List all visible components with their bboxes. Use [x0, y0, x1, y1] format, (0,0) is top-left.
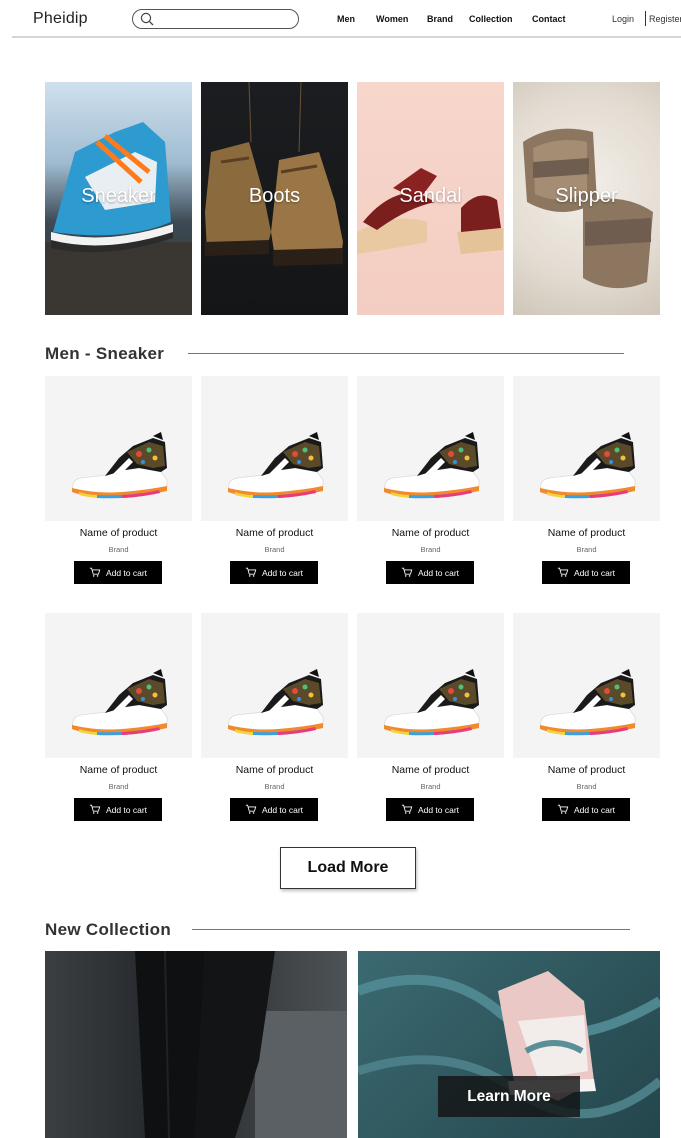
- sneaker-image: [539, 431, 636, 499]
- product-brand: Brand: [420, 545, 441, 554]
- sneaker-image: [227, 431, 324, 499]
- section-title-men-sneaker: Men - Sneaker: [45, 344, 165, 363]
- cart-icon: [557, 567, 569, 578]
- header-divider: [12, 36, 681, 38]
- category-label-sneaker: Sneaker: [81, 185, 156, 207]
- add-to-cart-button[interactable]: Add to cart: [230, 798, 318, 821]
- cart-icon: [89, 567, 101, 578]
- cart-icon: [245, 804, 257, 815]
- sneaker-image: [71, 668, 168, 736]
- login-link[interactable]: Login: [612, 14, 634, 24]
- section-rule: [192, 929, 630, 930]
- search-icon[interactable]: [140, 12, 154, 26]
- product-name[interactable]: Name of product: [513, 527, 660, 539]
- product-brand: Brand: [108, 782, 129, 791]
- product-image[interactable]: [513, 613, 660, 758]
- product-name[interactable]: Name of product: [201, 527, 348, 539]
- collection-photo-left: [135, 951, 347, 1138]
- add-to-cart-label: Add to cart: [573, 804, 616, 815]
- nav-collection[interactable]: Collection: [469, 14, 513, 24]
- product-name[interactable]: Name of product: [357, 764, 504, 776]
- section-rule: [188, 353, 624, 354]
- category-tile-boots[interactable]: Boots: [201, 82, 348, 315]
- auth-divider: [645, 11, 646, 26]
- add-to-cart-button[interactable]: Add to cart: [542, 798, 630, 821]
- add-to-cart-label: Add to cart: [417, 804, 460, 815]
- add-to-cart-button[interactable]: Add to cart: [74, 798, 162, 821]
- nav-brand[interactable]: Brand: [427, 14, 453, 24]
- collection-image-left[interactable]: [45, 951, 347, 1138]
- add-to-cart-button[interactable]: Add to cart: [386, 561, 474, 584]
- add-to-cart-label: Add to cart: [261, 804, 304, 815]
- product-name[interactable]: Name of product: [357, 527, 504, 539]
- nav-women[interactable]: Women: [376, 14, 408, 24]
- sneaker-image: [71, 431, 168, 499]
- nav-men[interactable]: Men: [337, 14, 355, 24]
- sneaker-image: [227, 668, 324, 736]
- add-to-cart-label: Add to cart: [417, 567, 460, 578]
- category-tile-slipper[interactable]: Slipper: [513, 82, 660, 315]
- add-to-cart-label: Add to cart: [105, 567, 148, 578]
- sneaker-image: [383, 431, 480, 499]
- product-brand: Brand: [576, 782, 597, 791]
- section-title-new-collection: New Collection: [45, 920, 172, 939]
- product-image[interactable]: [45, 376, 192, 521]
- cart-icon: [89, 804, 101, 815]
- product-image[interactable]: [357, 376, 504, 521]
- product-name[interactable]: Name of product: [45, 527, 192, 539]
- product-brand: Brand: [576, 545, 597, 554]
- product-brand: Brand: [264, 545, 285, 554]
- product-image[interactable]: [45, 613, 192, 758]
- learn-more-button[interactable]: Learn More: [438, 1076, 580, 1117]
- register-link[interactable]: Register: [649, 14, 681, 24]
- product-brand: Brand: [420, 782, 441, 791]
- nav-contact[interactable]: Contact: [532, 14, 566, 24]
- add-to-cart-button[interactable]: Add to cart: [386, 798, 474, 821]
- add-to-cart-button[interactable]: Add to cart: [230, 561, 318, 584]
- add-to-cart-label: Add to cart: [105, 804, 148, 815]
- product-name[interactable]: Name of product: [513, 764, 660, 776]
- cart-icon: [401, 567, 413, 578]
- category-label-slipper: Slipper: [555, 185, 618, 207]
- add-to-cart-button[interactable]: Add to cart: [542, 561, 630, 584]
- product-image[interactable]: [513, 376, 660, 521]
- cart-icon: [245, 567, 257, 578]
- category-label-boots: Boots: [248, 185, 301, 207]
- cart-icon: [557, 804, 569, 815]
- add-to-cart-label: Add to cart: [261, 567, 304, 578]
- site-header: Pheidip Men Women Brand Collection Conta…: [0, 0, 681, 38]
- category-tile-sandal[interactable]: Sandal: [357, 82, 504, 315]
- sneaker-image: [539, 668, 636, 736]
- product-name[interactable]: Name of product: [201, 764, 348, 776]
- category-tile-sneaker[interactable]: Sneaker: [45, 82, 192, 315]
- add-to-cart-label: Add to cart: [573, 567, 616, 578]
- cart-icon: [401, 804, 413, 815]
- site-logo[interactable]: Pheidip: [33, 10, 88, 28]
- product-image[interactable]: [201, 613, 348, 758]
- product-image[interactable]: [357, 613, 504, 758]
- category-label-sandal: Sandal: [399, 185, 462, 207]
- load-more-button[interactable]: Load More: [280, 847, 416, 889]
- product-name[interactable]: Name of product: [45, 764, 192, 776]
- product-image[interactable]: [201, 376, 348, 521]
- add-to-cart-button[interactable]: Add to cart: [74, 561, 162, 584]
- product-brand: Brand: [264, 782, 285, 791]
- product-brand: Brand: [108, 545, 129, 554]
- search-input[interactable]: [132, 9, 299, 29]
- sneaker-image: [383, 668, 480, 736]
